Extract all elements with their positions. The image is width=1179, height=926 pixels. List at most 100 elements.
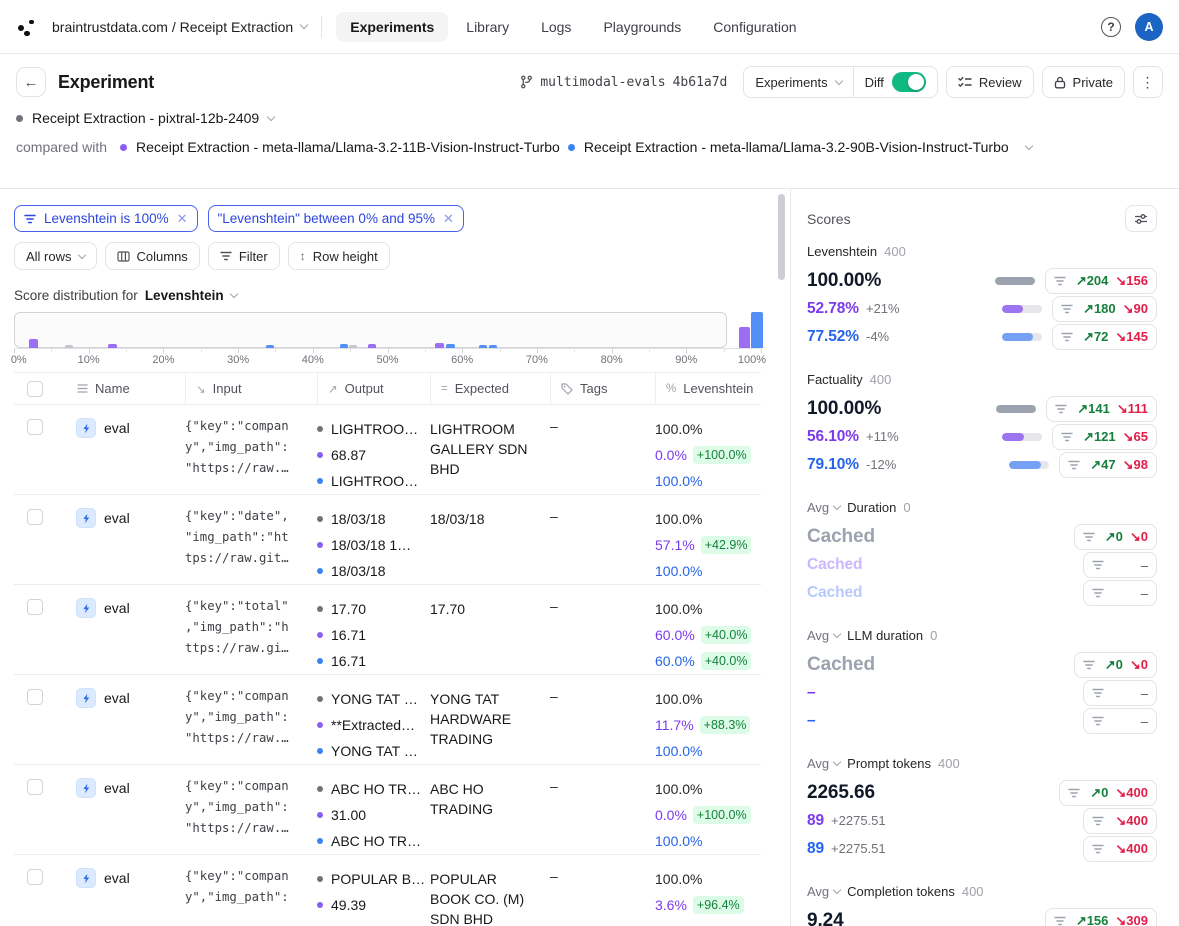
breadcrumb[interactable]: braintrustdata.com / Receipt Extraction [52, 19, 307, 35]
filter-chip-levenshtein-range[interactable]: "Levenshtein" between 0% and 95% ✕ [208, 205, 464, 232]
column-header-expected[interactable]: = Expected [430, 373, 550, 404]
scrollbar-thumb[interactable] [778, 194, 785, 280]
score-filter-chip[interactable]: ↗0↘400 [1059, 780, 1157, 806]
column-header-levenshtein[interactable]: % Levenshtein [655, 373, 761, 404]
tab-library[interactable]: Library [452, 12, 523, 42]
table-row[interactable]: eval{"key":"compan y","img_path": "https… [14, 405, 761, 495]
column-header-name[interactable]: Name [76, 373, 185, 404]
score-bar-fill [996, 405, 1036, 413]
more-options-button[interactable]: ⋮ [1133, 66, 1163, 98]
score-delta: -12% [866, 457, 896, 472]
column-header-tags[interactable]: Tags [550, 373, 655, 404]
avatar[interactable]: A [1135, 13, 1163, 41]
score-filter-chip[interactable]: ↗0↘0 [1074, 652, 1157, 678]
row-checkbox[interactable] [27, 779, 43, 795]
column-header-input[interactable]: ↘ Input [185, 373, 317, 404]
cell-input[interactable]: {"key":"compan y","img_path": [185, 866, 317, 908]
column-header-output[interactable]: ↗ Output [317, 373, 430, 404]
score-filter-chip[interactable]: ↘400 [1083, 836, 1157, 862]
score-filter-chip[interactable]: ↘400 [1083, 808, 1157, 834]
review-button[interactable]: Review [946, 66, 1034, 98]
columns-button[interactable]: Columns [105, 242, 200, 270]
close-icon[interactable]: ✕ [177, 211, 188, 227]
aggregation-dropdown[interactable]: Avg [807, 756, 840, 771]
cell-output[interactable]: 17.7016.7116.71 [317, 596, 430, 674]
cell-output[interactable]: LIGHTROO…68.87LIGHTROO… [317, 416, 430, 494]
scores-settings-button[interactable] [1125, 205, 1157, 232]
all-rows-dropdown[interactable]: All rows [14, 242, 97, 270]
back-button[interactable]: ← [16, 67, 46, 97]
diff-toggle[interactable] [892, 72, 926, 92]
histogram-bar [349, 345, 357, 348]
git-ref: multimodal-evals 4b61a7d [520, 75, 727, 90]
git-commit-hash: 4b61a7d [673, 75, 728, 90]
score-filter-chip[interactable]: ↗47↘98 [1059, 452, 1157, 478]
cell-output[interactable]: POPULAR B…49.39 [317, 866, 430, 918]
cell-expected[interactable]: 17.70 [430, 596, 550, 619]
row-checkbox[interactable] [27, 509, 43, 525]
cell-input[interactable]: {"key":"date", "img_path":"ht tps://raw.… [185, 506, 317, 569]
private-button[interactable]: Private [1042, 66, 1125, 98]
cell-output[interactable]: YONG TAT …**Extracted…YONG TAT … [317, 686, 430, 764]
select-all-checkbox[interactable] [27, 381, 43, 397]
scrollbar[interactable] [775, 189, 790, 926]
distribution-selector[interactable]: Score distribution for Levenshtein [14, 288, 761, 303]
chip-values: – [1141, 558, 1148, 573]
experiments-dropdown[interactable]: Experiments [744, 67, 852, 97]
score-filter-chip[interactable]: ↗121↘65 [1052, 424, 1157, 450]
cell-expected[interactable]: LIGHTROOM GALLERY SDN BHD [430, 416, 550, 479]
close-icon[interactable]: ✕ [443, 211, 454, 227]
aggregation-dropdown[interactable]: Avg [807, 884, 840, 899]
output-text: 17.70 [331, 596, 366, 622]
row-checkbox[interactable] [27, 599, 43, 615]
braintrust-logo-icon[interactable] [16, 15, 40, 39]
score-filter-chip[interactable]: ↗72↘145 [1052, 324, 1157, 350]
row-checkbox[interactable] [27, 419, 43, 435]
score-filter-chip[interactable]: ↗0↘0 [1074, 524, 1157, 550]
tab-experiments[interactable]: Experiments [336, 12, 448, 42]
lock-icon [1054, 76, 1066, 89]
row-checkbox[interactable] [27, 869, 43, 885]
cell-output[interactable]: 18/03/1818/03/18 1…18/03/18 [317, 506, 430, 584]
tab-logs[interactable]: Logs [527, 12, 585, 42]
histogram-selection[interactable] [14, 312, 727, 348]
cell-input[interactable]: {"key":"compan y","img_path": "https://r… [185, 686, 317, 749]
filter-button[interactable]: Filter [208, 242, 280, 270]
aggregation-dropdown[interactable]: Avg [807, 628, 840, 643]
cell-input[interactable]: {"key":"total" ,"img_path":"h ttps://raw… [185, 596, 317, 659]
filter-icon [1061, 332, 1073, 342]
table-row[interactable]: eval{"key":"compan y","img_path": "https… [14, 765, 761, 855]
cell-input[interactable]: {"key":"compan y","img_path": "https://r… [185, 416, 317, 479]
cell-expected[interactable]: 18/03/18 [430, 506, 550, 529]
score-filter-chip[interactable]: – [1083, 580, 1157, 606]
table-row[interactable]: eval{"key":"compan y","img_path": "https… [14, 675, 761, 765]
score-filter-chip[interactable]: – [1083, 680, 1157, 706]
score-filter-chip[interactable]: ↗180↘90 [1052, 296, 1157, 322]
cell-output[interactable]: ABC HO TR…31.00ABC HO TR… [317, 776, 430, 854]
cell-expected[interactable]: POPULAR BOOK CO. (M) SDN BHD [430, 866, 550, 926]
output-dot [317, 516, 323, 522]
score-filter-chip[interactable]: ↗141↘111 [1046, 396, 1157, 422]
table-row[interactable]: eval{"key":"total" ,"img_path":"h ttps:/… [14, 585, 761, 675]
aggregation-dropdown[interactable]: Avg [807, 500, 840, 515]
cell-expected[interactable]: YONG TAT HARDWARE TRADING [430, 686, 550, 749]
row-height-button[interactable]: ↕ Row height [288, 242, 390, 270]
row-checkbox[interactable] [27, 689, 43, 705]
score-filter-chip[interactable]: – [1083, 552, 1157, 578]
tab-playgrounds[interactable]: Playgrounds [589, 12, 695, 42]
score-filter-chip[interactable]: ↗204↘156 [1045, 268, 1157, 294]
help-icon[interactable]: ? [1101, 17, 1121, 37]
cell-input[interactable]: {"key":"compan y","img_path": "https://r… [185, 776, 317, 839]
tab-configuration[interactable]: Configuration [699, 12, 810, 42]
comparison-experiment[interactable]: Receipt Extraction - meta-llama/Llama-3.… [568, 139, 1009, 155]
filter-chip-levenshtein-100[interactable]: Levenshtein is 100% ✕ [14, 205, 198, 232]
histogram-plot[interactable] [14, 312, 761, 348]
table-row[interactable]: eval{"key":"date", "img_path":"ht tps://… [14, 495, 761, 585]
score-filter-chip[interactable]: ↗156↘309 [1045, 908, 1157, 926]
score-filter-chip[interactable]: – [1083, 708, 1157, 734]
table-row[interactable]: eval{"key":"compan y","img_path":POPULAR… [14, 855, 761, 926]
score-delta: +21% [866, 301, 900, 316]
cell-expected[interactable]: ABC HO TRADING [430, 776, 550, 819]
base-experiment[interactable]: Receipt Extraction - pixtral-12b-2409 [16, 110, 1163, 126]
comparison-experiment[interactable]: Receipt Extraction - meta-llama/Llama-3.… [120, 139, 560, 155]
